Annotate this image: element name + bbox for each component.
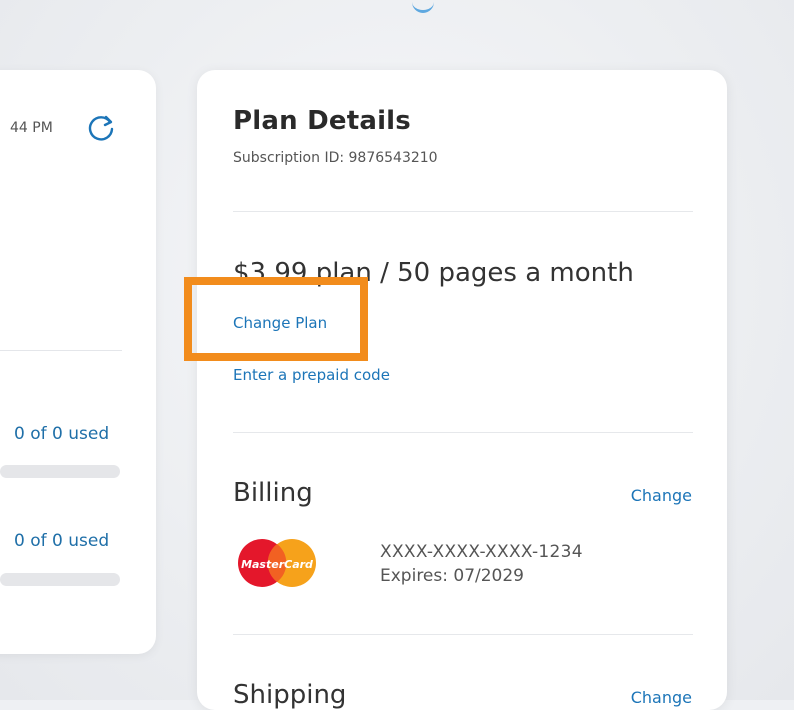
subscription-id: Subscription ID: 9876543210 xyxy=(233,150,438,166)
prepaid-code-link[interactable]: Enter a prepaid code xyxy=(233,366,390,384)
usage-label: 0 of 0 used xyxy=(14,531,110,551)
section-divider xyxy=(233,211,693,212)
card-brand-text: MasterCard xyxy=(241,558,313,571)
section-divider xyxy=(233,432,693,433)
plan-details-card xyxy=(197,70,727,710)
usage-progress-bar xyxy=(0,573,120,586)
billing-title: Billing xyxy=(233,478,313,508)
usage-label: 0 of 0 used xyxy=(14,424,110,444)
card-number: XXXX-XXXX-XXXX-1234 xyxy=(380,542,583,562)
page-title: Plan Details xyxy=(233,106,411,136)
card-expiry: Expires: 07/2029 xyxy=(380,566,525,586)
shipping-change-link[interactable]: Change xyxy=(631,688,692,707)
refresh-icon[interactable] xyxy=(86,113,116,143)
section-divider xyxy=(233,634,693,635)
shipping-title: Shipping xyxy=(233,680,347,710)
left-divider xyxy=(0,350,122,351)
last-updated-time: 44 PM xyxy=(10,120,53,136)
mastercard-logo-icon: MasterCard xyxy=(238,539,316,587)
billing-change-link[interactable]: Change xyxy=(631,486,692,505)
highlight-box xyxy=(184,277,368,361)
usage-progress-bar xyxy=(0,465,120,478)
status-card xyxy=(0,70,156,654)
